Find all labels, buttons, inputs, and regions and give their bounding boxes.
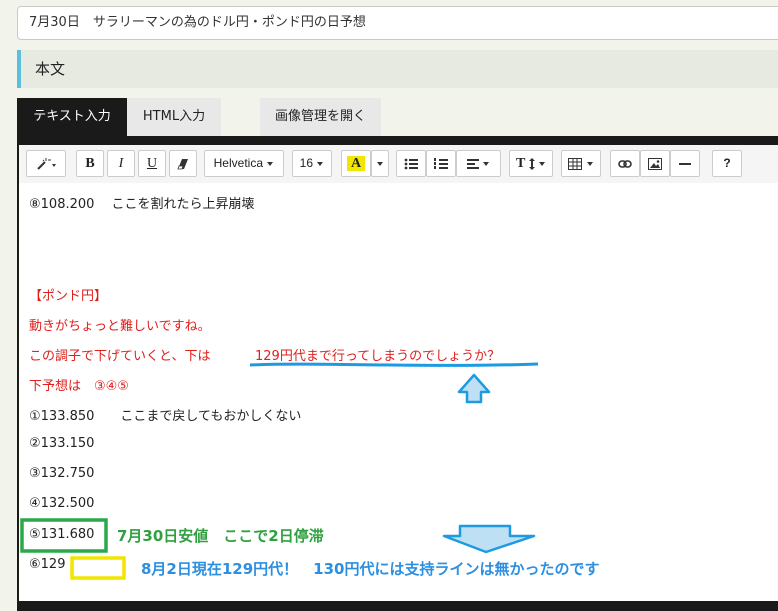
editor-toolbar: B I U Helvetica 16 A T ? — [19, 145, 778, 184]
font-color-button[interactable]: A — [341, 150, 371, 177]
caret-down-icon — [317, 161, 324, 166]
help-button[interactable]: ? — [712, 150, 742, 177]
bullet-list-icon — [404, 158, 418, 170]
font-size-dropdown[interactable]: 16 — [292, 150, 332, 177]
caret-down-icon — [586, 161, 593, 166]
font-color-icon: A — [346, 156, 366, 171]
italic-button[interactable]: I — [107, 150, 135, 177]
text-height-icon: T — [515, 156, 526, 171]
bullet-list-button[interactable] — [396, 150, 426, 177]
content-line: この調子で下げていくと、下は — [29, 349, 211, 364]
align-left-icon — [466, 158, 479, 169]
insert-image-button[interactable] — [640, 150, 670, 177]
caret-down-icon — [539, 161, 546, 166]
align-dropdown[interactable] — [456, 150, 501, 177]
magic-wand-icon — [37, 157, 56, 170]
content-line: ⑧108.200 ここを割れたら上昇崩壊 — [29, 197, 255, 212]
content-line: 下予想は ③④⑤ — [29, 379, 129, 394]
editor-content[interactable]: ⑧108.200 ここを割れたら上昇崩壊 【ポンド円】 動きがちょっと難しいです… — [19, 183, 778, 601]
horizontal-rule-button[interactable] — [670, 150, 700, 177]
open-image-manager-button[interactable]: 画像管理を開く — [260, 98, 381, 136]
section-heading: 本文 — [17, 50, 778, 88]
font-size-value: 16 — [299, 156, 313, 170]
minus-icon — [679, 162, 691, 165]
content-line: 【ポンド円】 — [29, 289, 108, 304]
magic-wand-dropdown[interactable] — [26, 150, 66, 177]
caret-down-icon — [483, 161, 490, 166]
bold-button[interactable]: B — [76, 150, 104, 177]
insert-link-button[interactable] — [610, 150, 640, 177]
content-line: ③132.750 — [29, 466, 95, 481]
tab-html-input[interactable]: HTML入力 — [127, 98, 221, 136]
numbered-list-icon — [434, 157, 448, 169]
content-line: ①133.850 ここまで戻してもおかしくない — [29, 409, 302, 424]
content-line: ④132.500 — [29, 496, 95, 511]
caret-down-icon — [267, 161, 274, 166]
underline-button[interactable]: U — [138, 150, 166, 177]
tab-text-input[interactable]: テキスト入力 — [17, 98, 127, 136]
numbered-list-button[interactable] — [426, 150, 456, 177]
picture-icon — [648, 157, 662, 170]
font-color-dropdown[interactable] — [371, 150, 389, 177]
content-line: ②133.150 — [29, 436, 95, 451]
eraser-button[interactable] — [169, 150, 197, 177]
text-height-arrows-icon — [528, 157, 535, 170]
post-title-input[interactable]: 7月30日 サラリーマンの為のドル円・ポンド円の日予想 — [17, 6, 778, 40]
content-line: ⑤131.680 — [29, 527, 95, 542]
content-line-highlighted: 129円代まで行ってしまうのでしょうか？ — [255, 349, 501, 364]
current-annotation-text: 8月2日現在129円代！ 130円代には支持ラインは無かったのです — [141, 560, 600, 578]
low-annotation-text: 7月30日安値 ここで2日停滞 — [117, 527, 324, 545]
text-size-dropdown[interactable]: T — [509, 150, 553, 177]
font-family-value: Helvetica — [213, 156, 263, 170]
content-line: 動きがちょっと難しいですね。 — [29, 319, 211, 334]
eraser-icon — [177, 158, 188, 170]
content-line: ⑥129 — [29, 557, 66, 572]
link-icon — [618, 160, 632, 168]
table-dropdown[interactable] — [561, 150, 601, 177]
table-icon — [568, 157, 583, 170]
font-family-dropdown[interactable]: Helvetica — [204, 150, 284, 177]
caret-down-icon — [377, 161, 383, 166]
